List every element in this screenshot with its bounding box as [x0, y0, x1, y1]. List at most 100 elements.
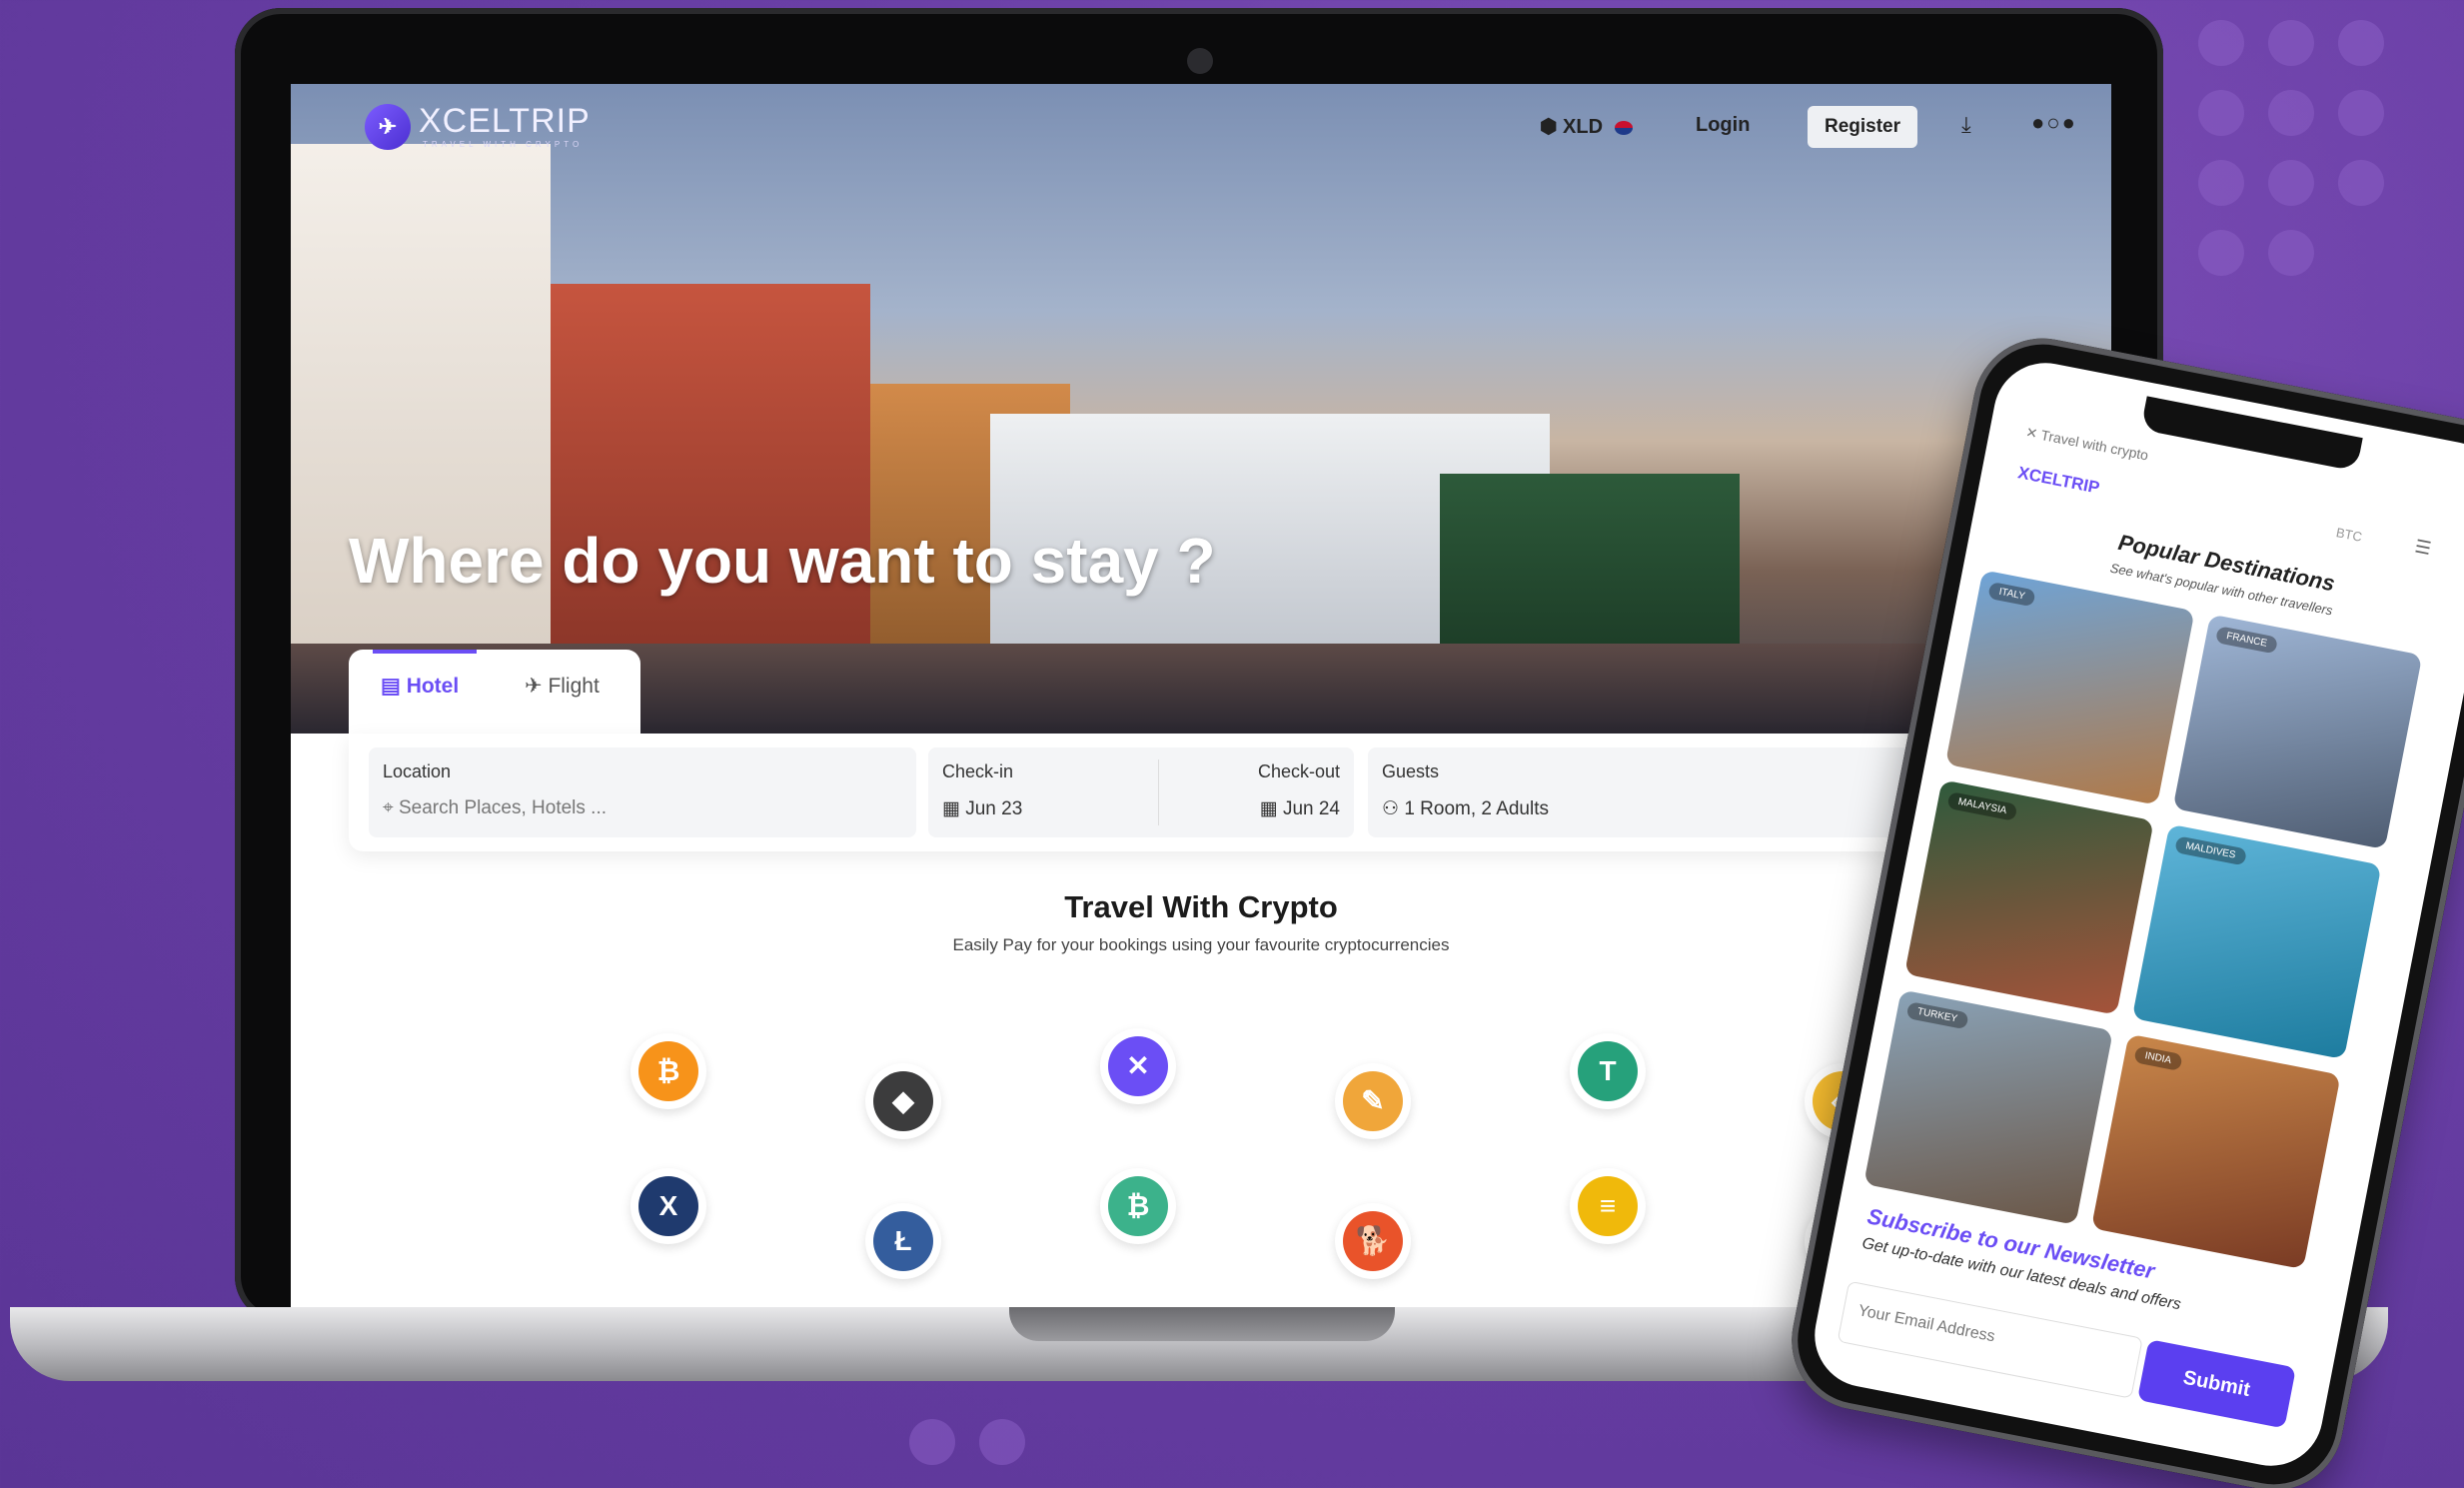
tab-hotel[interactable]: ▤ Hotel: [381, 674, 459, 699]
destination-tag: TURKEY: [1905, 1001, 1969, 1030]
tab-flight[interactable]: ✈ Flight: [525, 674, 600, 699]
hero-headline: Where do you want to stay ?: [349, 525, 1216, 597]
submit-button[interactable]: Submit: [2136, 1339, 2296, 1429]
search-tabs: ▤ Hotel ✈ Flight: [349, 650, 640, 734]
destination-tag: MALDIVES: [2174, 835, 2247, 866]
binance-usd-glyph: ≡: [1578, 1176, 1638, 1236]
destination-tag: ITALY: [1987, 581, 2036, 608]
decor-dot: [2198, 90, 2244, 136]
destination-card-italy[interactable]: ITALY: [1944, 570, 2195, 805]
tether-coin-icon[interactable]: T: [1570, 1033, 1646, 1109]
bitcoin-cash-glyph: ₿: [1108, 1176, 1168, 1236]
laptop-notch: [1009, 1307, 1395, 1341]
menu-icon[interactable]: ☰: [2413, 536, 2433, 560]
destination-tag: FRANCE: [2214, 626, 2279, 655]
checkout-value[interactable]: ▦ Jun 24: [1260, 797, 1340, 820]
date-field[interactable]: Check-in ▦ Jun 23 Check-out ▦ Jun 24: [928, 747, 1354, 837]
hero-banner: [291, 84, 2111, 734]
tron-like-coin-icon[interactable]: ✎: [1335, 1063, 1411, 1139]
decor-dot: [2268, 90, 2314, 136]
phone-url-bar: ✕ Travel with crypto: [2024, 424, 2150, 464]
calendar-icon: ▦: [1259, 798, 1283, 819]
pin-icon: ⌖: [383, 797, 399, 818]
guests-label: Guests: [1382, 761, 1440, 781]
decor-dot: [2268, 230, 2314, 276]
active-tab-indicator: [373, 650, 477, 654]
destination-card-france[interactable]: FRANCE: [2172, 614, 2423, 850]
ethereum-glyph: ◆: [873, 1071, 933, 1131]
bitcoin-coin-icon[interactable]: ₿: [630, 1033, 706, 1109]
search-panel: Location ⌖ Search Places, Hotels ... Che…: [349, 734, 1913, 851]
checkin-label: Check-in: [942, 761, 1014, 781]
tron-like-glyph: ✎: [1343, 1071, 1403, 1131]
location-label: Location: [383, 761, 452, 781]
decor-dot: [2198, 230, 2244, 276]
shiba-glyph: 🐕: [1343, 1211, 1403, 1271]
ethereum-coin-icon[interactable]: ◆: [865, 1063, 941, 1139]
checkout-date: Jun 24: [1282, 798, 1340, 819]
phone-currency[interactable]: BTC: [2335, 525, 2363, 545]
logo-icon[interactable]: ✈: [365, 104, 411, 150]
phone-notch: [2140, 396, 2363, 472]
red-building: [551, 284, 870, 664]
tether-glyph: T: [1578, 1041, 1638, 1101]
decor-dot: [2268, 160, 2314, 206]
decor-dot: [2198, 20, 2244, 66]
destination-tag: MALAYSIA: [1946, 790, 2018, 821]
location-input[interactable]: ⌖ Search Places, Hotels ...: [383, 797, 607, 819]
decor-dot: [2338, 20, 2384, 66]
litecoin-glyph: Ł: [873, 1211, 933, 1271]
destination-card-india[interactable]: INDIA: [2090, 1033, 2341, 1270]
currency-selector[interactable]: ⬢ XLD: [1540, 114, 1633, 139]
destination-card-turkey[interactable]: TURKEY: [1863, 989, 2113, 1225]
destination-card-maldives[interactable]: MALDIVES: [2131, 823, 2382, 1060]
destination-card-malaysia[interactable]: MALAYSIA: [1903, 779, 2154, 1015]
destination-tag: INDIA: [2133, 1045, 2183, 1071]
guests-text: 1 Room, 2 Adults: [1404, 798, 1550, 819]
decor-dot: [2338, 90, 2384, 136]
checkout-label: Check-out: [1257, 761, 1340, 781]
tab-flight-label: Flight: [548, 675, 600, 698]
logo-tagline: TRAVEL WITH CRYPTO: [423, 140, 584, 149]
location-placeholder: Search Places, Hotels ...: [398, 797, 608, 818]
xrp-glyph: X: [638, 1176, 698, 1236]
token-icon: ⬢: [1540, 116, 1564, 138]
us-flag-icon: [1614, 120, 1633, 135]
tab-hotel-label: Hotel: [406, 675, 460, 698]
currency-label: XLD: [1563, 116, 1604, 138]
decor-dot: [909, 1419, 955, 1465]
xceltoken-glyph: ✕: [1108, 1036, 1168, 1096]
decor-dot: [2268, 20, 2314, 66]
more-icon[interactable]: ●○●: [2031, 110, 2077, 136]
date-divider: [1158, 759, 1159, 825]
phone-top-text: Travel with crypto: [2039, 426, 2150, 464]
people-icon: ⚇: [1382, 798, 1405, 819]
hotel-icon: ▤: [381, 675, 407, 698]
top-nav: ✈ XCELTRIP TRAVEL WITH CRYPTO ⬢ XLD Logi…: [291, 84, 2111, 168]
login-link[interactable]: Login: [1696, 114, 1750, 137]
plane-icon: ✈: [525, 675, 549, 698]
bitcoin-cash-coin-icon[interactable]: ₿: [1100, 1168, 1176, 1244]
calendar-icon: ▦: [942, 798, 966, 819]
palm-trees: [1440, 474, 1740, 664]
checkin-date: Jun 23: [965, 798, 1023, 819]
guests-value[interactable]: ⚇ 1 Room, 2 Adults: [1382, 797, 1549, 820]
camera-icon: [1187, 48, 1213, 74]
crypto-section-subtitle: Easily Pay for your bookings using your …: [952, 935, 1450, 954]
checkin-value[interactable]: ▦ Jun 23: [942, 797, 1022, 820]
shiba-coin-icon[interactable]: 🐕: [1335, 1203, 1411, 1279]
phone-logo[interactable]: XCELTRIP: [2016, 463, 2101, 498]
logo-text[interactable]: XCELTRIP: [419, 102, 591, 141]
register-button[interactable]: Register: [1808, 106, 1917, 148]
guests-field[interactable]: Guests ⚇ 1 Room, 2 Adults: [1368, 747, 1913, 837]
crypto-section-title: Travel With Crypto: [1064, 889, 1338, 924]
litecoin-coin-icon[interactable]: Ł: [865, 1203, 941, 1279]
xceltoken-coin-icon[interactable]: ✕: [1100, 1028, 1176, 1104]
decor-dot: [2338, 160, 2384, 206]
location-field[interactable]: Location ⌖ Search Places, Hotels ...: [369, 747, 916, 837]
xrp-coin-icon[interactable]: X: [630, 1168, 706, 1244]
binance-usd-coin-icon[interactable]: ≡: [1570, 1168, 1646, 1244]
decor-dot: [2198, 160, 2244, 206]
download-icon[interactable]: ⤓: [1961, 112, 1971, 138]
decor-dot: [979, 1419, 1025, 1465]
